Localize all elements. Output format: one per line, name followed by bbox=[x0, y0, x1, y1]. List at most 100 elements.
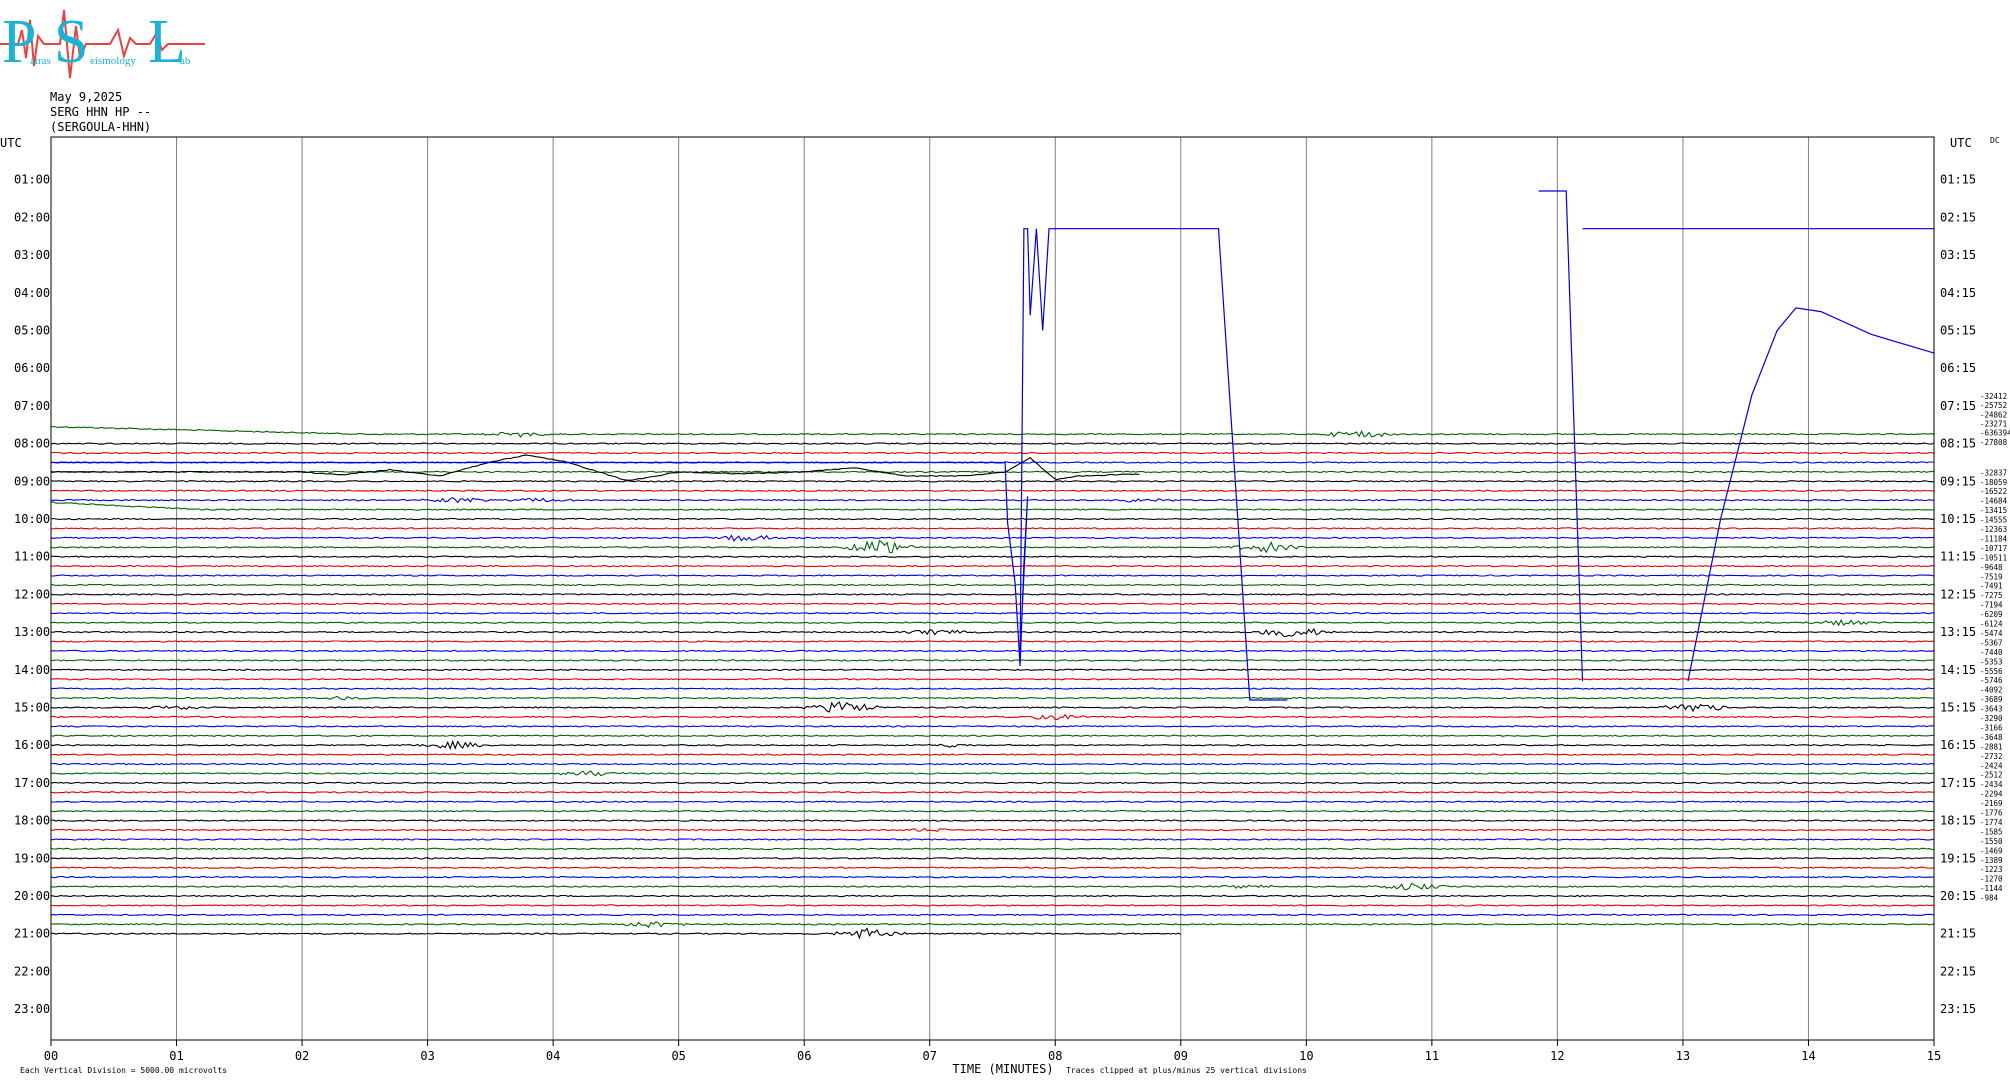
trace-offset-label: -2434 bbox=[1980, 780, 2003, 789]
trace-offset-label: -2732 bbox=[1980, 752, 2003, 761]
trace-offset-label: -7275 bbox=[1980, 591, 2003, 600]
trace-line bbox=[51, 480, 1935, 483]
x-tick-label: 15 bbox=[1927, 1049, 1941, 1063]
trace-line bbox=[50, 425, 1935, 438]
trace-line bbox=[50, 809, 1934, 813]
footer-clip-note: Traces clipped at plus/minus 25 vertical… bbox=[1066, 1066, 1307, 1075]
trace-line bbox=[50, 534, 1935, 542]
trace-offset-label: -5367 bbox=[1980, 638, 2003, 647]
trace-line bbox=[50, 734, 1935, 737]
trace-line bbox=[50, 583, 1935, 587]
trace-offset-label: -24862 bbox=[1980, 410, 2007, 419]
right-hour-label: 04:15 bbox=[1940, 286, 1976, 300]
right-hour-label: 06:15 bbox=[1940, 361, 1976, 375]
trace-line bbox=[50, 593, 1935, 596]
trace-offset-label: -3166 bbox=[1980, 723, 2003, 732]
trace-line bbox=[50, 876, 1934, 879]
clipped-trace-blue-a bbox=[51, 228, 1288, 701]
trace-offset-label: -13415 bbox=[1980, 506, 2007, 515]
right-hour-label: 20:15 bbox=[1940, 889, 1976, 903]
left-hour-label: 13:00 bbox=[14, 625, 50, 639]
trace-line bbox=[50, 713, 1935, 721]
trace-offset-label: -984 bbox=[1980, 894, 1999, 903]
x-tick-label: 11 bbox=[1425, 1049, 1439, 1063]
trace-line bbox=[50, 659, 1935, 662]
right-hour-label: 05:15 bbox=[1940, 324, 1976, 338]
trace-offset-label: -1144 bbox=[1980, 884, 2003, 893]
trace-offset-label: -27808 bbox=[1980, 438, 2008, 447]
trace-line bbox=[51, 602, 1935, 605]
trace-offset-label: -9648 bbox=[1980, 563, 2003, 572]
trace-offset-label: -5474 bbox=[1980, 629, 2003, 638]
left-hour-label: 21:00 bbox=[14, 927, 50, 941]
left-hour-label: 22:00 bbox=[14, 964, 50, 978]
trace-line bbox=[50, 564, 1935, 568]
x-tick-label: 01 bbox=[169, 1049, 183, 1063]
clipped-trace-blue-b bbox=[1538, 190, 1584, 682]
trace-offset-label: -5353 bbox=[1980, 657, 2003, 666]
trace-offset-label: -6124 bbox=[1980, 620, 2003, 629]
trace-line bbox=[50, 695, 1935, 701]
trace-offset-label: -5556 bbox=[1980, 667, 2003, 676]
trace-offset-label: -1389 bbox=[1980, 856, 2003, 865]
left-hour-label: 02:00 bbox=[14, 210, 50, 224]
x-tick-label: 07 bbox=[923, 1049, 937, 1063]
trace-line bbox=[50, 740, 1935, 751]
trace-offset-label: -1776 bbox=[1980, 809, 2003, 818]
trace-line bbox=[50, 539, 1935, 554]
trace-offset-label: -1270 bbox=[1980, 875, 2003, 884]
x-tick-label: 14 bbox=[1801, 1049, 1815, 1063]
trace-offset-label: -1550 bbox=[1980, 837, 2003, 846]
trace-line bbox=[50, 649, 1935, 653]
right-hour-label: 18:15 bbox=[1940, 814, 1976, 828]
right-hour-label: 02:15 bbox=[1940, 210, 1976, 224]
trace-line bbox=[50, 781, 1935, 785]
left-hour-label: 01:00 bbox=[14, 173, 50, 187]
trace-offset-label: -12363 bbox=[1980, 525, 2007, 534]
trace-offset-label: -16522 bbox=[1980, 487, 2007, 496]
trace-line bbox=[50, 894, 1935, 898]
trace-line bbox=[50, 517, 1935, 521]
right-axis-title: UTC bbox=[1950, 136, 1972, 150]
trace-offset-label: -10717 bbox=[1980, 544, 2007, 553]
right-hour-label: 14:15 bbox=[1940, 663, 1976, 677]
trace-offset-label: -2424 bbox=[1980, 761, 2003, 770]
x-tick-label: 08 bbox=[1048, 1049, 1062, 1063]
x-tick-label: 04 bbox=[546, 1049, 560, 1063]
trace-offset-label: -5746 bbox=[1980, 676, 2003, 685]
right-hour-label: 09:15 bbox=[1940, 474, 1976, 488]
trace-offset-label: -3689 bbox=[1980, 695, 2003, 704]
trace-offset-label: -32837 bbox=[1980, 468, 2007, 477]
trace-line bbox=[50, 770, 1935, 777]
trace-offset-label: -3643 bbox=[1980, 705, 2003, 714]
x-tick-label: 00 bbox=[44, 1049, 58, 1063]
trace-offset-label: -3648 bbox=[1980, 733, 2003, 742]
trace-offset-label: -6363943 bbox=[1980, 429, 2010, 438]
left-hour-label: 05:00 bbox=[14, 324, 50, 338]
right-hour-label: 16:15 bbox=[1940, 738, 1976, 752]
left-hour-label: 23:00 bbox=[14, 1002, 50, 1016]
trace-line bbox=[50, 618, 1935, 627]
trace-line bbox=[50, 501, 1935, 511]
trace-line bbox=[51, 574, 1935, 577]
trace-offset-label: -4092 bbox=[1980, 686, 2003, 695]
trace-offset-label: -2294 bbox=[1980, 790, 2003, 799]
left-hour-label: 17:00 bbox=[14, 776, 50, 790]
trace-line bbox=[50, 762, 1935, 766]
right-hour-label: 15:15 bbox=[1940, 701, 1976, 715]
right-hour-label: 11:15 bbox=[1940, 550, 1976, 564]
trace-line bbox=[50, 847, 1935, 851]
footer-scale-note: Each Vertical Division = 5000.00 microvo… bbox=[20, 1066, 227, 1075]
left-hour-label: 10:00 bbox=[14, 512, 50, 526]
x-tick-label: 05 bbox=[671, 1049, 685, 1063]
right-hour-label: 07:15 bbox=[1940, 399, 1976, 413]
right-hour-label: 12:15 bbox=[1940, 587, 1976, 601]
trace-offset-label: -1774 bbox=[1980, 818, 2003, 827]
trace-line bbox=[50, 753, 1935, 756]
trace-offset-label: -6209 bbox=[1980, 610, 2003, 619]
left-hour-label: 18:00 bbox=[14, 814, 50, 828]
left-hour-label: 15:00 bbox=[14, 701, 50, 715]
trace-line bbox=[50, 497, 1935, 504]
left-hour-label: 20:00 bbox=[14, 889, 50, 903]
trace-line bbox=[50, 725, 1935, 728]
